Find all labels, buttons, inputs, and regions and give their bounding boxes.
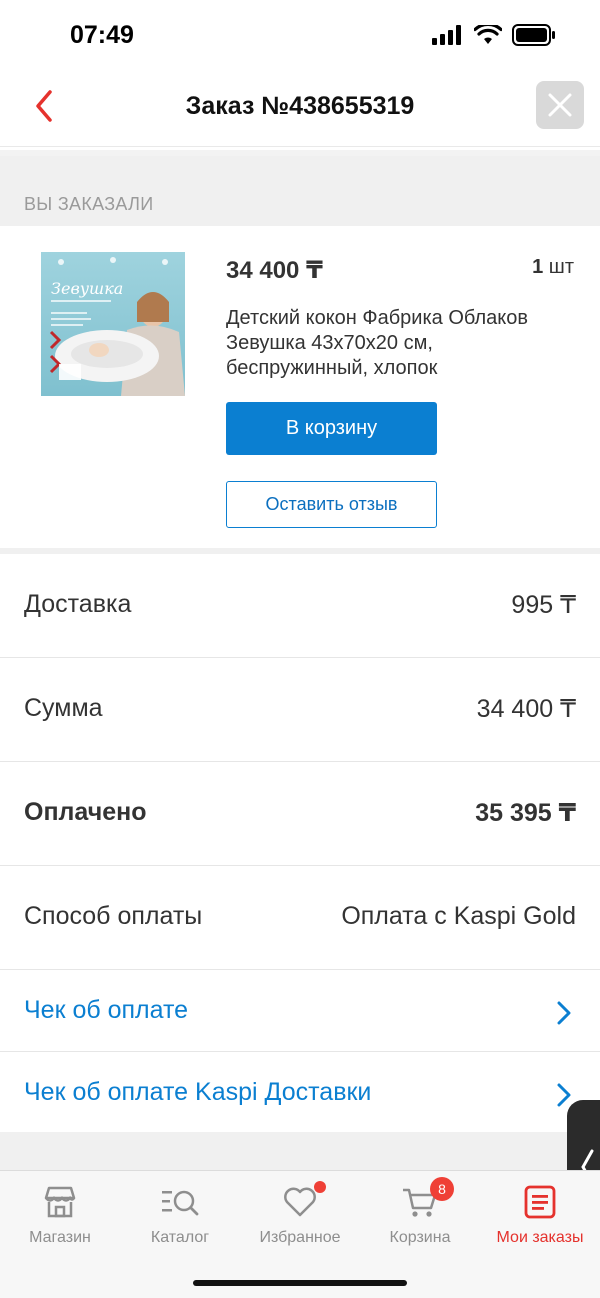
sum-value: 34 400 ₸ [476, 695, 576, 723]
order-summary: Доставка 995 ₸ Сумма 34 400 ₸ Оплачено 3… [0, 554, 600, 1134]
tab-catalog-label: Каталог [150, 1229, 210, 1246]
orders-icon [524, 1185, 556, 1219]
status-time: 07:49 [70, 21, 134, 49]
leave-review-button[interactable]: Оставить отзыв [226, 481, 437, 528]
page-title: Заказ №438655319 [185, 92, 415, 120]
product-quantity: 1 шт [532, 256, 574, 279]
section-header: ВЫ ЗАКАЗАЛИ [0, 156, 600, 226]
tab-cart[interactable]: 8 Корзина [360, 1177, 480, 1247]
svg-text:Зевушка: Зевушка [51, 279, 123, 298]
product-name[interactable]: Детский кокон Фабрика Облаков Зевушка 43… [226, 306, 546, 381]
tab-shop[interactable]: Магазин [0, 1181, 120, 1247]
status-icons [432, 24, 556, 46]
delivery-value: 995 ₸ [511, 591, 576, 619]
paid-value: 35 395 ₸ [475, 799, 576, 827]
catalog-search-icon [162, 1190, 199, 1216]
payment-method-value: Оплата с Kaspi Gold [341, 902, 576, 930]
tab-shop-label: Магазин [29, 1229, 91, 1246]
sum-label: Сумма [24, 694, 103, 722]
tab-favorites[interactable]: Избранное [240, 1181, 360, 1247]
tab-catalog[interactable]: Каталог [120, 1181, 240, 1247]
signal-icon [432, 25, 461, 45]
cart-badge: 8 [430, 1177, 454, 1201]
product-price: 34 400 ₸ [226, 257, 323, 284]
section-caption: ВЫ ЗАКАЗАЛИ [24, 194, 154, 214]
status-bar: 07:49 [0, 0, 600, 70]
ordered-product: Зевушка 34 400 ₸ 1 шт Детский кокон Фабр… [0, 226, 600, 548]
delivery-receipt-link[interactable]: Чек об оплате Kaspi Доставки [0, 1052, 600, 1134]
wifi-icon [474, 25, 502, 44]
spacer [0, 1132, 600, 1170]
sum-row: Сумма 34 400 ₸ [0, 658, 600, 762]
delivery-receipt-link-label: Чек об оплате Kaspi Доставки [24, 1078, 372, 1106]
chevron-right-icon [557, 1083, 571, 1107]
tab-bar: Магазин Каталог Избранное 8 Корзина Мои … [0, 1170, 600, 1298]
paid-row: Оплачено 35 395 ₸ [0, 762, 600, 866]
quantity-number: 1 [532, 256, 544, 278]
chevron-right-icon [557, 1001, 571, 1025]
tab-my-orders[interactable]: Мои заказы [480, 1181, 600, 1247]
tab-favorites-label: Избранное [259, 1229, 341, 1246]
store-icon [44, 1186, 76, 1218]
receipt-link[interactable]: Чек об оплате [0, 970, 600, 1052]
receipt-link-label: Чек об оплате [24, 996, 189, 1024]
tab-cart-label: Корзина [389, 1229, 451, 1246]
home-indicator [193, 1280, 407, 1286]
close-icon [548, 93, 572, 117]
product-image[interactable]: Зевушка [41, 252, 185, 396]
close-button[interactable] [536, 81, 584, 129]
payment-method-row: Способ оплаты Оплата с Kaspi Gold [0, 866, 600, 970]
battery-icon [512, 24, 555, 46]
header: Заказ №438655319 [0, 70, 600, 147]
tab-my-orders-label: Мои заказы [496, 1229, 584, 1246]
delivery-label: Доставка [24, 590, 132, 618]
paid-label: Оплачено [24, 798, 147, 826]
notification-dot [314, 1181, 326, 1193]
product-photo: Зевушка [41, 252, 185, 396]
heart-icon [284, 1187, 316, 1217]
delivery-row: Доставка 995 ₸ [0, 554, 600, 658]
payment-method-label: Способ оплаты [24, 902, 203, 930]
quantity-unit: шт [548, 256, 574, 278]
add-to-cart-button[interactable]: В корзину [226, 402, 437, 455]
